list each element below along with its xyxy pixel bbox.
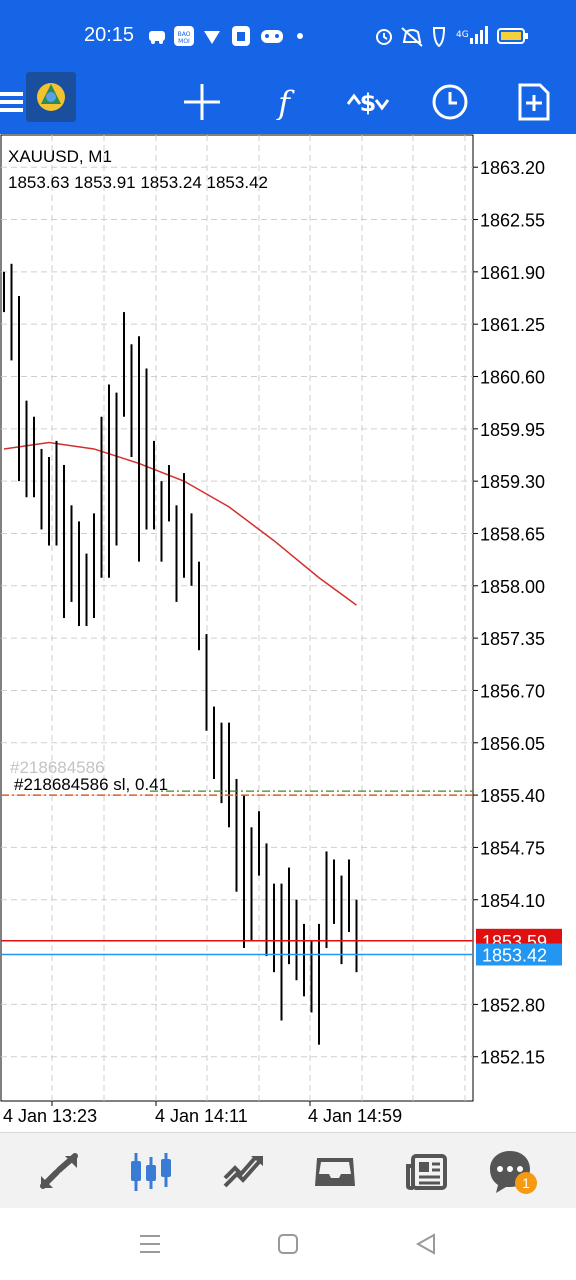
svg-text:BAO: BAO (178, 31, 191, 38)
top-app-bar: 20:15 BAO MOI 4G f $ (0, 0, 576, 134)
new-order-button[interactable] (510, 78, 558, 126)
new-order-icon (518, 83, 550, 121)
quotes-icon (40, 1153, 78, 1189)
status-time: 20:15 (84, 24, 135, 46)
time-tick-label: 4 Jan 14:11 (155, 1106, 248, 1126)
price-tick-label: 1852.80 (480, 995, 545, 1015)
shield-icon (432, 27, 446, 48)
vpn-icon (204, 31, 220, 44)
price-tick-label: 1860.60 (480, 368, 545, 388)
alarm-icon (376, 29, 392, 45)
time-axis: 4 Jan 13:23 4 Jan 14:11 4 Jan 14:59 (3, 1101, 402, 1126)
chart-tab[interactable] (126, 1147, 176, 1197)
function-icon: f (276, 84, 295, 120)
home-icon (278, 1234, 298, 1254)
battery-icon (497, 28, 528, 44)
price-tick-label: 1863.20 (480, 158, 545, 178)
status-left-icons: BAOMOI (149, 26, 303, 46)
order-label[interactable]: #218684586 sl, 0.41 (14, 775, 168, 794)
signal-icon (470, 26, 488, 44)
price-tick-label: 1854.75 (480, 838, 545, 858)
trade-icon: $ (346, 89, 390, 117)
lte-label: 4G (456, 30, 469, 40)
news-icon (406, 1154, 447, 1190)
chart-toolbar: f $ (0, 72, 576, 134)
messages-badge: 1 (522, 1175, 530, 1191)
back-button[interactable] (406, 1228, 446, 1260)
crosshair-icon (184, 84, 220, 120)
price-axis: 1863.20 1862.55 1861.90 1861.25 1860.60 1859.… (473, 158, 562, 1068)
clock-icon (432, 84, 468, 120)
messages-tab[interactable]: 1 (488, 1147, 538, 1197)
history-tab[interactable] (310, 1147, 360, 1197)
time-tick-label: 4 Jan 13:23 (3, 1106, 97, 1126)
trade-chart-icon (223, 1156, 263, 1188)
price-tick-label: 1859.95 (480, 420, 545, 440)
bottom-navigation: 1 (0, 1132, 576, 1209)
price-tick-label: 1859.30 (480, 472, 545, 492)
recents-button[interactable] (130, 1228, 170, 1260)
symbol-label: XAUUSD, M1 (8, 147, 112, 166)
messages-icon: 1 (490, 1151, 537, 1194)
status-bar: 20:15 BAO MOI 4G (0, 0, 576, 72)
price-tick-label: 1856.70 (480, 681, 545, 701)
chart-icon (131, 1153, 171, 1191)
price-tick-label: 1861.90 (480, 263, 545, 283)
price-tick-label: 1858.65 (480, 524, 545, 544)
price-tick-label: 1852.15 (480, 1048, 545, 1068)
metatrader-logo (26, 72, 76, 122)
system-nav-bar (0, 1208, 576, 1280)
status-right-icons: 4G (376, 26, 528, 48)
crosshair-button[interactable] (178, 78, 226, 126)
news-tab[interactable] (402, 1147, 452, 1197)
time-tick-label: 4 Jan 14:59 (308, 1106, 402, 1126)
home-button[interactable] (268, 1228, 308, 1260)
timeframe-button[interactable] (426, 78, 474, 126)
indicators-button[interactable]: f (260, 78, 308, 126)
app-icon (232, 26, 250, 46)
plot-frame (0, 134, 474, 1102)
back-icon (415, 1233, 435, 1255)
gamepad-icon (261, 30, 283, 43)
svg-text:MOI: MOI (178, 38, 190, 45)
chart-canvas[interactable]: 1863.20 1862.55 1861.90 1861.25 1860.60 1859.… (0, 134, 576, 1130)
svg-text:$: $ (360, 89, 377, 117)
trade-tab[interactable] (218, 1147, 268, 1197)
price-tick-label: 1855.40 (480, 786, 545, 806)
svg-text:f: f (276, 84, 295, 120)
price-tick-label: 1858.00 (480, 577, 545, 597)
car-icon (149, 31, 165, 44)
recents-icon (140, 1235, 160, 1253)
price-tick-label: 1856.05 (480, 734, 545, 754)
trade-button[interactable]: $ (344, 78, 392, 126)
baomoi-icon: BAOMOI (174, 26, 194, 46)
price-tick-label: 1857.35 (480, 629, 545, 649)
quotes-tab[interactable] (34, 1147, 84, 1197)
price-tick-label: 1862.55 (480, 211, 545, 231)
inbox-icon (315, 1158, 355, 1186)
bid-price-label: 1853.42 (482, 945, 547, 965)
price-tick-label: 1854.10 (480, 891, 545, 911)
menu-icon (0, 92, 23, 112)
dot-icon (297, 33, 303, 39)
price-chart[interactable]: 1863.20 1862.55 1861.90 1861.25 1860.60 1859.… (0, 134, 576, 1130)
mute-icon (401, 27, 423, 47)
price-tick-label: 1861.25 (480, 315, 545, 335)
ohlc-label: 1853.63 1853.91 1853.24 1853.42 (8, 173, 268, 192)
